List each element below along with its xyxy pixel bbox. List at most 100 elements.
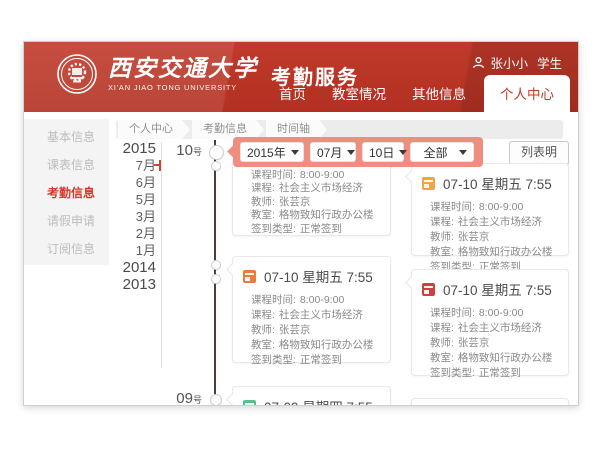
timeline-nav-item-8[interactable]: 2014 (110, 259, 156, 276)
month-dropdown[interactable]: 07月 (310, 142, 356, 162)
user-info[interactable]: 张小小 学生 (472, 53, 562, 72)
attendance-card-r1-left: 课程时间:8:00-9:00课程:社会主义市场经济教师: 张芸京教室: 格物致知行政… (232, 159, 391, 236)
field-label: 课程时间: (430, 307, 475, 319)
card-title: 07-10 星期五 7:55 (443, 279, 552, 299)
app-header: 西安交通大学 XI'AN JIAO TONG UNIVERSITY 考勤服务 张… (24, 42, 578, 112)
timeline-nav-item-9[interactable]: 2013 (110, 276, 156, 293)
timeline-dot (211, 274, 221, 284)
timeline-nav-item-4[interactable]: 5月 (110, 191, 156, 208)
field-value: 格物致知行政办公楼 (279, 209, 374, 221)
calendar-icon-mark (424, 286, 433, 288)
field-value: 社会主义市场经济 (458, 216, 542, 228)
field-value: 社会主义市场经济 (458, 322, 542, 334)
day-suffix: 号 (193, 395, 202, 405)
attendance-field: 教师:张芸京 (430, 230, 562, 245)
attendance-field: 课程: 社会主义市场经济 (430, 321, 562, 336)
card-header: 07-10 星期五 7:55 (412, 270, 568, 299)
field-value: 张芸京 (279, 324, 311, 336)
attendance-field: 教师: 张芸京 (251, 323, 384, 338)
field-label: 签到类型: (430, 367, 475, 379)
nav-tab-3[interactable]: 其他信息 (399, 83, 479, 112)
field-label: 签到类型: (251, 354, 296, 366)
timeline-nav-item-3[interactable]: 6月 (110, 174, 156, 191)
field-label: 教师: (430, 337, 454, 349)
calendar-icon-mark (424, 290, 429, 294)
field-label: 教师: (251, 324, 275, 336)
attendance-field: 课程:社会主义市场经济 (251, 182, 384, 195)
attendance-field: 课程时间:8:00-9:00 (251, 169, 384, 182)
person-icon (472, 56, 485, 69)
university-logo (56, 53, 98, 95)
attendance-field: 教师: 张芸京 (251, 196, 384, 209)
sidebar-item-2[interactable]: 课表信息 (24, 151, 109, 179)
attendance-card-r2-right: 07-10 星期五 7:55课程时间:8:00-9:00课程:社会主义市场经济教… (411, 269, 569, 376)
card-title: 07-10 星期五 7:55 (264, 266, 373, 286)
card-header: 07-10 星期五 7:55 (412, 164, 568, 193)
timeline-list-divider (161, 142, 162, 368)
dropdown-value: 2015年 (247, 144, 286, 161)
attendance-field: 教师:张芸京 (430, 336, 562, 351)
year-dropdown[interactable]: 2015年 (240, 142, 304, 162)
timeline-dot (209, 145, 224, 160)
day-label-09: 09号 (162, 390, 202, 406)
field-label: 课程: (251, 309, 275, 321)
breadcrumb-item-1[interactable]: 个人中心 (118, 120, 190, 139)
card-body: 课程时间:8:00-9:00课程:社会主义市场经济教师:张芸京教室:格物致知行政… (233, 286, 390, 368)
sidebar-item-5[interactable]: 订阅信息 (24, 235, 109, 263)
caret-down-icon (347, 150, 355, 155)
nav-tab-2[interactable]: 教室情况 (319, 83, 399, 112)
timeline-dot (210, 394, 222, 406)
timeline-nav-item-6[interactable]: 2月 (110, 225, 156, 242)
card-title: 07-09 星期四 7:55 (264, 396, 373, 406)
sidebar-item-3[interactable]: 考勤信息 (24, 179, 109, 207)
timeline-nav-item-5[interactable]: 3月 (110, 208, 156, 225)
day-label-10: 10号 (162, 142, 202, 160)
university-name-cn: 西安交通大学 (108, 57, 258, 81)
card-body: 课程时间:8:00-9:00课程:社会主义市场经济教师: 张芸京教室: 格物致知行政… (233, 160, 390, 236)
type-dropdown[interactable]: 全部 (410, 142, 474, 162)
field-value: 正常签到 (479, 367, 521, 379)
calendar-icon-mark (245, 273, 254, 275)
field-label: 教室: (430, 352, 454, 364)
caret-down-icon (399, 150, 407, 155)
card-header: 07-10 星期五 7:55 (233, 257, 390, 286)
attendance-field: 教室:格物致知行政办公楼 (430, 245, 562, 260)
field-label: 教师: (251, 196, 275, 208)
nav-tab-1[interactable]: 首页 (266, 83, 319, 112)
field-label: 教室: (430, 246, 454, 258)
attendance-field: 教室: 格物致知行政办公楼 (251, 209, 384, 222)
field-label: 课程: (430, 322, 454, 334)
field-label: 教室: (251, 339, 275, 351)
brand-text: 西安交通大学 XI'AN JIAO TONG UNIVERSITY (108, 57, 258, 92)
screenshot-stage: 西安交通大学 XI'AN JIAO TONG UNIVERSITY 考勤服务 张… (0, 0, 600, 450)
list-detail-button[interactable]: 列表明细 (509, 141, 569, 165)
card-header: 07-09 星期四 7:55 (233, 387, 390, 406)
sidebar: 基本信息课表信息考勤信息请假申请订阅信息 (24, 119, 109, 265)
calendar-icon (422, 177, 435, 190)
attendance-field: 课程:社会主义市场经济 (430, 215, 562, 230)
day-number: 10 (176, 142, 193, 159)
calendar-icon-mark (245, 403, 254, 405)
sidebar-item-4[interactable]: 请假申请 (24, 207, 109, 235)
timeline-dot (211, 161, 221, 171)
attendance-card-r1-right: 07-10 星期五 7:55课程时间:8:00-9:00课程:社会主义市场经济教… (411, 163, 569, 256)
day-number: 09 (176, 390, 193, 406)
calendar-icon-mark (424, 184, 429, 188)
nav-tab-4[interactable]: 个人中心 (484, 75, 570, 112)
field-value: 社会主义市场经济 (279, 182, 363, 194)
calendar-icon (243, 400, 256, 407)
field-value: 张芸京 (279, 196, 311, 208)
sidebar-item-1[interactable]: 基本信息 (24, 123, 109, 151)
card-body: 课程时间:8:00-9:00课程:社会主义市场经济教师:张芸京教室:格物致知行政… (412, 299, 568, 381)
attendance-field: 教室:格物致知行政办公楼 (251, 338, 384, 353)
calendar-icon-mark (245, 277, 250, 281)
timeline-nav-item-2[interactable]: 7月 (110, 157, 156, 174)
field-label: 教室: (251, 209, 275, 221)
timeline-nav-item-1[interactable]: 2015 (110, 140, 156, 157)
user-role: 学生 (537, 53, 562, 72)
field-value: 正常签到 (300, 223, 342, 235)
field-label: 签到类型: (251, 223, 296, 235)
timeline-axis (214, 140, 216, 405)
timeline-nav-item-7[interactable]: 1月 (110, 242, 156, 259)
day-dropdown[interactable]: 10日 (362, 142, 404, 162)
